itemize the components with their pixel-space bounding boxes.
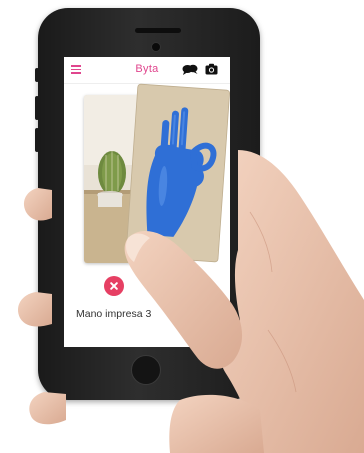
holding-hand [17,150,364,453]
photo-stage: Byta Mano impresa 3 [0,0,364,453]
